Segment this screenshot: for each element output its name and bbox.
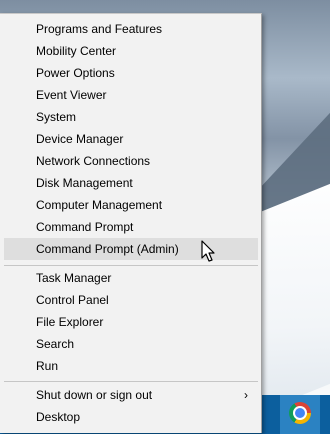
chrome-icon[interactable] — [289, 402, 311, 424]
menu-item-label: Disk Management — [36, 176, 133, 190]
menu-item-label: Command Prompt — [36, 220, 134, 234]
menu-item-task-manager[interactable]: Task Manager — [4, 267, 258, 289]
menu-item-label: File Explorer — [36, 315, 104, 329]
power-user-menu: Programs and Features Mobility Center Po… — [0, 13, 262, 433]
desktop: Programs and Features Mobility Center Po… — [0, 0, 330, 434]
menu-item-label: Network Connections — [36, 154, 151, 168]
menu-item-label: Event Viewer — [36, 88, 107, 102]
menu-item-desktop[interactable]: Desktop — [4, 406, 258, 428]
menu-item-control-panel[interactable]: Control Panel — [4, 289, 258, 311]
menu-item-label: Task Manager — [36, 271, 112, 285]
menu-item-device-manager[interactable]: Device Manager — [4, 128, 258, 150]
menu-item-disk-management[interactable]: Disk Management — [4, 172, 258, 194]
menu-item-label: Device Manager — [36, 132, 124, 146]
menu-item-label: Mobility Center — [36, 44, 117, 58]
menu-item-label: Shut down or sign out — [36, 388, 153, 402]
menu-item-programs-and-features[interactable]: Programs and Features — [4, 18, 258, 40]
menu-item-power-options[interactable]: Power Options — [4, 62, 258, 84]
menu-item-label: System — [36, 110, 77, 124]
menu-item-command-prompt-admin[interactable]: Command Prompt (Admin) — [4, 238, 258, 260]
menu-item-computer-management[interactable]: Computer Management — [4, 194, 258, 216]
menu-item-search[interactable]: Search — [4, 333, 258, 355]
menu-item-label: Programs and Features — [36, 22, 163, 36]
menu-item-label: Power Options — [36, 66, 115, 80]
menu-separator — [4, 381, 258, 382]
menu-item-network-connections[interactable]: Network Connections — [4, 150, 258, 172]
menu-item-label: Command Prompt (Admin) — [36, 242, 179, 256]
menu-item-event-viewer[interactable]: Event Viewer — [4, 84, 258, 106]
menu-item-run[interactable]: Run — [4, 355, 258, 377]
menu-item-label: Control Panel — [36, 293, 109, 307]
menu-item-command-prompt[interactable]: Command Prompt — [4, 216, 258, 238]
menu-item-mobility-center[interactable]: Mobility Center — [4, 40, 258, 62]
menu-item-shut-down-or-sign-out[interactable]: Shut down or sign out › — [4, 384, 258, 406]
menu-item-label: Desktop — [36, 410, 81, 424]
menu-item-file-explorer[interactable]: File Explorer — [4, 311, 258, 333]
menu-item-label: Search — [36, 337, 75, 351]
menu-item-label: Run — [36, 359, 59, 373]
mouse-cursor-icon — [201, 240, 215, 262]
menu-item-label: Computer Management — [36, 198, 163, 212]
menu-item-system[interactable]: System — [4, 106, 258, 128]
chevron-right-icon: › — [244, 388, 248, 402]
menu-separator — [4, 265, 258, 266]
